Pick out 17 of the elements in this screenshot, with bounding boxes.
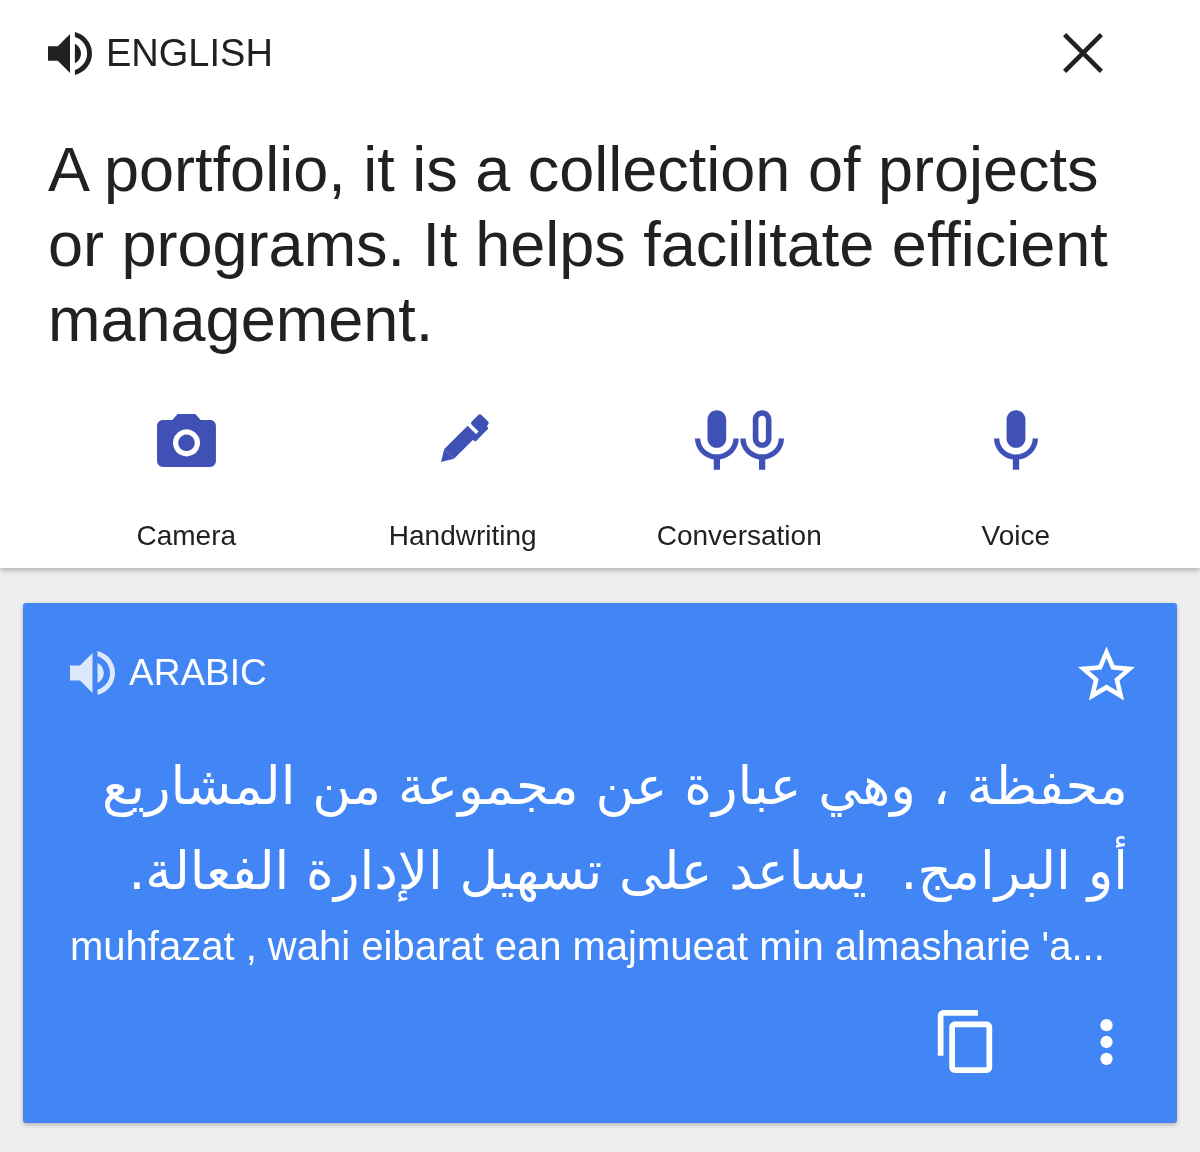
translated-text: محفظة ، وهي عبارة عن مجموعة من المشاريع أو البرامج. يساعد على تسهيل الإدارة الفعالة. (100, 754, 1128, 904)
two-microphones-icon (694, 410, 784, 470)
voice-button[interactable]: Voice (981, 409, 1050, 553)
camera-button[interactable]: Camera (136, 409, 237, 553)
camera-icon (156, 413, 216, 467)
source-language: ENGLISH (106, 31, 273, 75)
romanized-text: muhfazat , wahi eibarat ean majmueat min almasharie 'a... (70, 923, 1106, 969)
copy-icon[interactable] (937, 1010, 993, 1073)
close-icon[interactable] (1062, 32, 1104, 74)
target-language: ARABIC (129, 651, 267, 695)
source-text: A portfolio, it is a collection of projects or programs. It helps facilitate efficient management. (48, 133, 1109, 356)
star-icon[interactable] (1078, 645, 1135, 701)
handwriting-button[interactable]: Handwriting (388, 409, 537, 553)
speaker-icon[interactable] (48, 31, 92, 75)
conversation-button[interactable]: Conversation (656, 409, 822, 553)
microphone-icon (993, 410, 1038, 470)
more-options-icon[interactable] (1098, 1018, 1115, 1065)
